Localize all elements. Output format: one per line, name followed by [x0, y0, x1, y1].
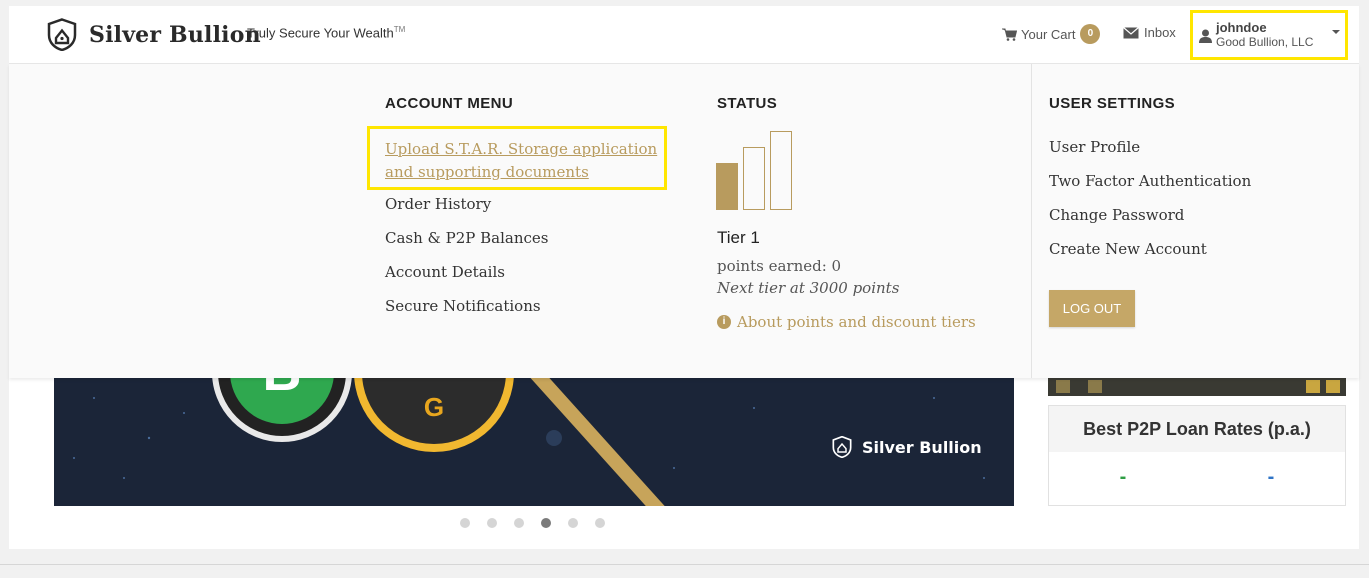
carousel-indicators: [460, 518, 622, 528]
coin-letter: G: [362, 378, 506, 444]
menu-item-cash-balances[interactable]: Cash & P2P Balances: [385, 229, 549, 247]
brand-logo[interactable]: Silver Bullion: [47, 18, 261, 51]
carousel-dot[interactable]: [595, 518, 605, 528]
brand-name: Silver Bullion: [89, 21, 261, 48]
sidebar-banner-image[interactable]: [1048, 377, 1346, 396]
settings-item-two-factor[interactable]: Two Factor Authentication: [1049, 172, 1251, 190]
hero-brand-text: Silver Bullion: [862, 437, 982, 457]
user-organization: Good Bullion, LLC: [1216, 35, 1314, 49]
envelope-icon: [1123, 26, 1139, 38]
status-heading: STATUS: [717, 95, 778, 112]
about-points-label: About points and discount tiers: [737, 313, 976, 331]
cart-label: Your Cart: [1021, 26, 1076, 42]
info-icon: i: [717, 315, 731, 329]
menu-item-order-history[interactable]: Order History: [385, 195, 491, 213]
coin-letter: B: [230, 378, 334, 424]
cart-icon: [1002, 28, 1017, 41]
loan-rates-title: Best P2P Loan Rates (p.a.): [1049, 406, 1345, 452]
menu-item-secure-notifications[interactable]: Secure Notifications: [385, 297, 541, 315]
loan-rate-value: -: [1119, 466, 1127, 488]
tier-bar: [716, 163, 738, 210]
logout-button[interactable]: LOG OUT: [1049, 290, 1135, 327]
menu-item-account-details[interactable]: Account Details: [385, 263, 505, 281]
tier-bars-graphic: [716, 130, 796, 210]
loan-rate-value: -: [1267, 466, 1275, 488]
inbox-button[interactable]: Inbox: [1123, 25, 1176, 40]
shield-logo-icon: [832, 436, 852, 458]
cart-button[interactable]: Your Cart 0: [1002, 24, 1101, 44]
chevron-down-icon: [1332, 30, 1340, 34]
hero-brand-logo: Silver Bullion: [832, 436, 982, 458]
shield-logo-icon: [47, 18, 77, 51]
settings-item-create-account[interactable]: Create New Account: [1049, 240, 1207, 258]
tagline-text: Truly Secure Your Wealth: [247, 25, 394, 41]
tagline: Truly Secure Your WealthTM: [247, 25, 405, 40]
upload-star-documents-link[interactable]: Upload S.T.A.R. Storage application and …: [385, 138, 663, 184]
next-tier-text: Next tier at 3000 points: [717, 279, 900, 297]
inbox-label: Inbox: [1144, 25, 1176, 40]
carousel-dot[interactable]: [460, 518, 470, 528]
about-points-link[interactable]: i About points and discount tiers: [717, 313, 976, 331]
user-icon: [1199, 29, 1212, 43]
account-menu-heading: ACCOUNT MENU: [385, 95, 514, 112]
column-divider: [1031, 64, 1032, 378]
carousel-dot[interactable]: [541, 518, 551, 528]
user-settings-heading: USER SETTINGS: [1049, 95, 1176, 112]
points-earned: points earned: 0: [717, 257, 842, 275]
hero-banner[interactable]: B G Silver Bullion: [54, 378, 1014, 506]
settings-item-change-password[interactable]: Change Password: [1049, 206, 1184, 224]
carousel-dot[interactable]: [568, 518, 578, 528]
user-name: johndoe: [1216, 20, 1267, 35]
settings-item-user-profile[interactable]: User Profile: [1049, 138, 1140, 156]
user-menu-toggle[interactable]: johndoe Good Bullion, LLC: [1190, 10, 1348, 60]
top-header: Silver Bullion Truly Secure Your WealthT…: [9, 6, 1359, 64]
carousel-dot[interactable]: [514, 518, 524, 528]
tier-bar: [770, 131, 792, 210]
footer-divider: [0, 564, 1369, 565]
carousel-dot[interactable]: [487, 518, 497, 528]
tier-bar: [743, 147, 765, 210]
loan-rates-widget: Best P2P Loan Rates (p.a.) - -: [1048, 405, 1346, 506]
trademark-mark: TM: [393, 25, 406, 34]
cart-count-badge: 0: [1080, 24, 1101, 44]
tier-label: Tier 1: [717, 228, 760, 247]
